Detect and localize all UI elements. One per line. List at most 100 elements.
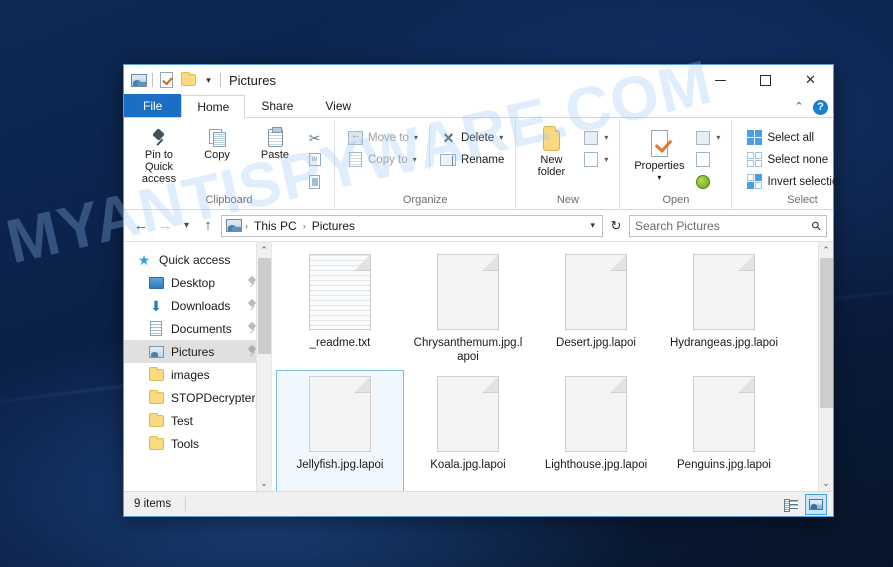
forward-button[interactable]: → [154,215,176,237]
sidebar-item-downloads[interactable]: ⬇ Downloads [124,294,271,317]
help-icon[interactable]: ? [813,100,828,115]
large-icons-view-button[interactable] [805,494,827,515]
history-button[interactable] [692,171,725,192]
details-view-button[interactable] [780,494,802,515]
title-bar: ▾ Pictures ✕ [124,65,833,95]
new-folder-icon[interactable] [180,72,197,89]
paste-button[interactable]: Paste [246,125,304,161]
file-item[interactable]: Koala.jpg.lapoi [404,370,532,491]
refresh-button[interactable]: ↻ [605,215,627,237]
item-count-label: 9 items [134,498,172,510]
file-scroll-track[interactable] [819,258,834,475]
cut-button[interactable]: ✂ [304,127,328,148]
pin-to-quick-access-button[interactable]: Pin to Quick access [130,125,188,185]
encrypted-file-icon [693,254,755,330]
recent-locations-button[interactable]: ▾ [178,215,195,237]
invert-selection-label: Invert selection [767,175,845,188]
sidebar-item-pictures[interactable]: Pictures [124,340,271,363]
sidebar-scroll-up-icon[interactable]: ⌃ [257,242,272,258]
move-to-button[interactable]: Move to ▾ [345,127,423,148]
file-item[interactable]: Lighthouse.jpg.lapoi [532,370,660,491]
file-scroll-up-icon[interactable]: ⌃ [819,242,834,258]
sidebar-item-desktop[interactable]: Desktop [124,271,271,294]
file-item-selected[interactable]: Jellyfish.jpg.lapoi [276,370,404,491]
sidebar-item-quick-access[interactable]: ★ Quick access [124,248,271,271]
sidebar-scrollbar[interactable]: ⌃ ⌄ [256,242,271,491]
paste-label: Paste [260,149,290,161]
breadcrumb-this-pc[interactable]: This PC [251,219,300,233]
file-name: Hydrangeas.jpg.lapoi [669,337,779,349]
ribbon-right-controls: ⌃ ? [792,100,828,115]
up-button[interactable]: ↑ [197,215,219,237]
properties-button[interactable]: Properties ▾ [626,125,692,184]
copy-path-button[interactable]: W [304,149,328,170]
group-title-organize: Organize [402,194,448,206]
status-divider [185,497,187,511]
file-grid: _readme.txt Chrysanthemum.jpg.lapoi Dese… [272,242,805,491]
edit-button[interactable] [692,149,725,170]
pin-label-line1: Pin to Quick [144,149,174,173]
select-none-label: Select none [767,153,829,166]
sidebar-item-tools[interactable]: Tools [124,432,271,455]
back-button[interactable]: ← [130,215,152,237]
file-scroll-down-icon[interactable]: ⌄ [819,475,834,491]
breadcrumb-pictures[interactable]: Pictures [309,219,358,233]
select-all-button[interactable]: Select all [744,127,849,148]
file-scroll-thumb[interactable] [819,258,833,408]
easy-access-button[interactable]: ▾ [580,149,613,170]
file-thumbnail [434,253,502,331]
properties-checkmark-icon[interactable] [158,72,175,89]
invert-selection-button[interactable]: Invert selection [744,171,849,192]
sidebar-item-stopdecrypter[interactable]: STOPDecrypter [124,386,271,409]
chevron-down-icon[interactable]: ▾ [202,74,215,87]
tab-view[interactable]: View [309,94,367,117]
file-name: _readme.txt [309,337,371,349]
file-item[interactable]: Chrysanthemum.jpg.lapoi [404,248,532,370]
sidebar-item-images[interactable]: images [124,363,271,386]
file-item[interactable]: Penguins.jpg.lapoi [660,370,788,491]
sidebar-list: ★ Quick access Desktop ⬇ Downloads Docum… [124,242,271,455]
sidebar-item-documents[interactable]: Documents [124,317,271,340]
search-input[interactable] [635,218,813,233]
new-folder-button[interactable]: New folder [522,125,580,178]
picture-icon[interactable] [130,72,147,89]
navigation-pane: ★ Quick access Desktop ⬇ Downloads Docum… [124,242,272,491]
file-name: Lighthouse.jpg.lapoi [544,459,648,471]
sidebar-scroll-down-icon[interactable]: ⌄ [257,475,272,491]
address-dropdown-icon[interactable]: ▾ [586,220,599,231]
explorer-content: ★ Quick access Desktop ⬇ Downloads Docum… [124,241,833,491]
address-bar[interactable]: › This PC › Pictures ▾ [221,214,603,237]
maximize-button[interactable] [743,65,788,95]
sidebar-scroll-track[interactable] [257,258,272,475]
collapse-ribbon-chevron-icon[interactable]: ⌃ [792,101,806,115]
file-list-pane[interactable]: _readme.txt Chrysanthemum.jpg.lapoi Dese… [272,242,833,491]
file-item[interactable]: Desert.jpg.lapoi [532,248,660,370]
delete-button[interactable]: ✕ Delete ▾ [438,127,509,148]
rename-button[interactable]: Rename [438,149,509,170]
file-thumbnail [690,253,758,331]
minimize-button[interactable] [698,65,743,95]
copy-button[interactable]: Copy [188,125,246,161]
tab-home[interactable]: Home [181,95,246,118]
tab-share[interactable]: Share [245,94,309,117]
new-item-caret-icon: ▾ [604,133,609,142]
copy-to-button[interactable]: Copy to ▾ [345,149,423,170]
paste-shortcut-button[interactable] [304,171,328,192]
file-pane-scrollbar[interactable]: ⌃ ⌄ [818,242,833,491]
sidebar-item-test[interactable]: Test [124,409,271,432]
copy-label: Copy [204,149,230,161]
search-box[interactable]: ⚲ [629,214,827,237]
file-name: Penguins.jpg.lapoi [677,459,771,471]
copy-icon [209,129,226,147]
file-item[interactable]: Hydrangeas.jpg.lapoi [660,248,788,370]
select-none-button[interactable]: Select none [744,149,849,170]
paste-shortcut-icon [306,173,323,190]
file-item[interactable]: _readme.txt [276,248,404,370]
tab-file[interactable]: File [124,94,182,117]
open-with-button[interactable]: ▾ [692,127,725,148]
close-button[interactable]: ✕ [788,65,833,95]
sidebar-scroll-thumb[interactable] [257,258,271,354]
rename-label: Rename [460,153,505,166]
new-item-button[interactable]: ▾ [580,127,613,148]
file-explorer-window: ▾ Pictures ✕ File Home Share View ⌃ ? Pi… [123,64,845,517]
